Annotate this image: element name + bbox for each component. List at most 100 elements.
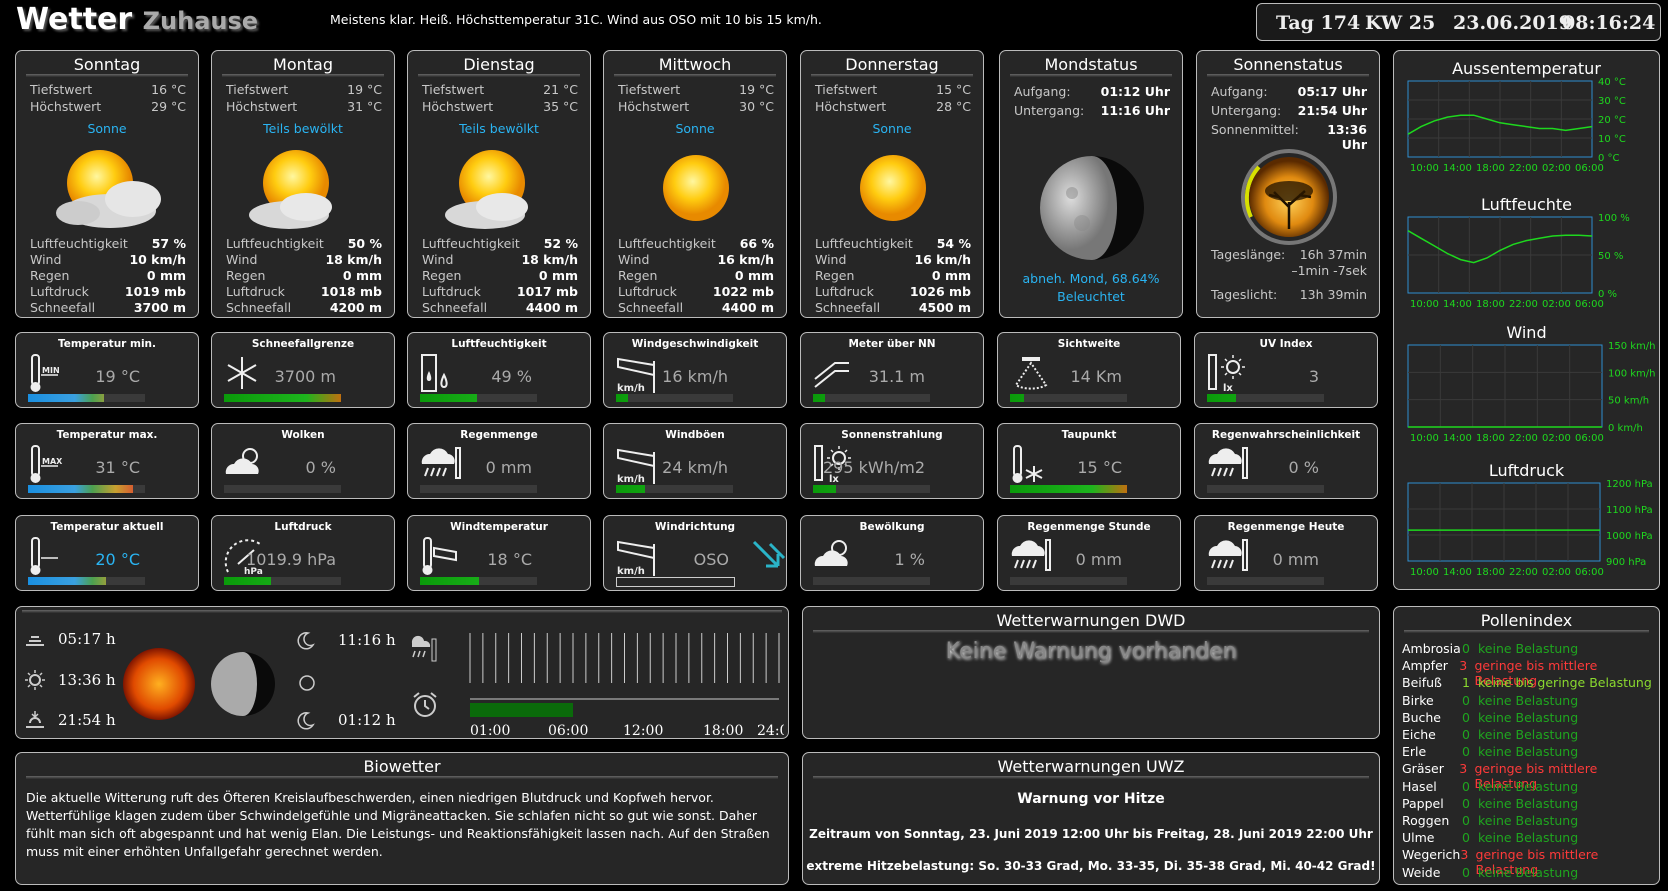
progress-bar (28, 485, 145, 493)
humidity-icon (421, 354, 448, 392)
svg-text:km/h: km/h (617, 474, 645, 485)
tile-value: 0 mm (1075, 550, 1122, 569)
progress-bar (616, 577, 735, 587)
sensor-tile-18: Bewölkung 1 % (800, 515, 984, 591)
pollen-text: keine Belastung (1478, 727, 1579, 742)
tile-title: Wolken (281, 429, 325, 441)
chart-title: Wind (1506, 323, 1547, 342)
progress-bar (420, 485, 537, 493)
chart-title: Luftfeuchte (1480, 195, 1573, 214)
max-temp-label: Höchstwert (30, 99, 102, 114)
day-panel-1: Montag Tiefstwert 19 °C Höchstwert 31 °C T… (211, 50, 395, 318)
x-tick-label: 22:00 (1509, 299, 1538, 310)
tile-title: Taupunkt (1061, 429, 1117, 441)
line-chart: 150 km/h 100 km/h 50 km/h 0 km/h 10:00 14:00 1… (1407, 341, 1656, 444)
app-title-main: Wetter (16, 2, 133, 37)
pressure-value: 1017 mb (516, 284, 578, 299)
rain-value: 0 mm (146, 268, 186, 283)
pollen-text: geringe bis mittlere Belastung (1474, 658, 1598, 689)
humidity-label: Luftfeuchtigkeit (226, 236, 324, 251)
min-temp-value: 19 °C (739, 82, 774, 97)
pollen-row: Ulme 0 keine Belastung (1402, 830, 1655, 846)
pollen-name: Ulme (1402, 830, 1435, 846)
y-tick-label: 1200 hPa (1606, 479, 1653, 490)
tile-value: 16 km/h (662, 367, 728, 386)
pressure-label: Luftdruck (30, 284, 89, 299)
sensor-tile-5: Sichtweite 14 Km (997, 332, 1181, 408)
tile-title: Sichtweite (1057, 338, 1121, 350)
pollen-level: 0 (1462, 778, 1470, 794)
line-chart: 40 °C30 °C20 °C10 °C0 °C10:00 14:00 18:00 2… (1407, 77, 1626, 174)
min-temp-value: 16 °C (151, 82, 186, 97)
uv-icon: lx (1208, 354, 1245, 394)
tile-title: Luftfeuchtigkeit (451, 338, 547, 350)
min-temp-label: Tiefstwert (618, 82, 681, 97)
pollen-text: keine bis geringe Belastung (1478, 675, 1652, 691)
visibility-icon (1014, 357, 1048, 390)
moon-status-panel: Mondstatus Aufgang: 01:12 Uhr Untergang: 1… (999, 50, 1183, 318)
pressure-label: Luftdruck (422, 284, 481, 299)
sensor-tile-4: Meter über NN 31.1 m (800, 332, 984, 408)
current-date: 23.06.2019 (1453, 12, 1572, 34)
weather-desc: Teils bewölkt (459, 121, 539, 136)
tile-title: Windgeschwindigkeit (631, 338, 759, 350)
solar-noon-time: 13:36 h (58, 671, 116, 689)
pollen-level: 3 (1459, 658, 1468, 674)
pollen-name: Weide (1402, 864, 1441, 880)
moon-icon (211, 652, 275, 716)
alarm-clock-icon (413, 692, 437, 717)
day-name: Montag (212, 55, 394, 77)
sensor-tile-13: Regenwahrscheinlichkeit 0 % (1194, 423, 1378, 499)
pollen-level: 3 (1459, 761, 1468, 777)
altitude-icon (814, 362, 849, 388)
x-tick-label: 22:00 (1509, 163, 1538, 174)
x-tick-label: 14:00 (1443, 163, 1472, 174)
sunset-time: 21:54 h (58, 711, 116, 729)
humidity-label: Luftfeuchtigkeit (618, 236, 716, 251)
current-time: 08:16:24 (1562, 12, 1656, 34)
sensor-tile-17: Windrichtung km/h OSO (603, 515, 787, 591)
dwd-warnings-text: Keine Warnung vorhanden (945, 639, 1237, 664)
progress-bar (224, 394, 341, 402)
sun-tree-icon (1241, 149, 1337, 245)
pollen-text: keine Belastung (1478, 744, 1579, 760)
sensor-tile-3: Windgeschwindigkeit km/h 16 km/h (603, 332, 787, 408)
sensor-tile-19: Regenmenge Stunde 0 mm (997, 515, 1181, 591)
svg-text:lx: lx (1223, 383, 1233, 394)
biowetter-title: Biowetter (16, 757, 788, 779)
min-temp-label: Tiefstwert (422, 82, 485, 97)
pollen-text: keine Belastung (1478, 830, 1579, 846)
pollen-text: geringe bis mittlere Belastung (1475, 847, 1599, 878)
pollen-row: Birke 0 keine Belastung (1402, 693, 1655, 709)
progress-bar (1010, 485, 1127, 493)
progress-fill (224, 577, 271, 585)
day-panel-3: Mittwoch Tiefstwert 19 °C Höchstwert 30 °C… (603, 50, 787, 318)
humidity-label: Luftfeuchtigkeit (30, 236, 128, 251)
progress-fill (28, 577, 107, 585)
uwz-detail: extreme Hitzebelastung: So. 30-33 Grad, … (806, 859, 1376, 873)
pollen-text: keine Belastung (1478, 795, 1579, 811)
sensor-tile-11: Sonnenstrahlung lx 295 kWh/m2 (800, 423, 984, 499)
tile-title: Schneefallgrenze (251, 338, 355, 350)
max-temp-label: Höchstwert (226, 99, 298, 114)
windsock-icon: km/h (617, 448, 655, 485)
x-tick-label: 10:00 (1410, 163, 1439, 174)
pollen-level: 3 (1460, 847, 1469, 863)
pollen-row: Ambrosia 0 keine Belastung (1402, 641, 1655, 657)
pollen-text: geringe bis mittlere Belastung (1474, 761, 1598, 792)
sun-clouds-icon (56, 150, 161, 228)
progress-fill (28, 394, 105, 402)
x-tick-label: 18:00 (1476, 433, 1505, 444)
min-temp-value: 15 °C (936, 82, 971, 97)
humidity-value: 52 % (543, 236, 578, 251)
pollen-name: Buche (1402, 709, 1441, 725)
line-chart: 1200 hPa 1100 hPa 1000 hPa 900 hPa 10:00 14:0… (1407, 479, 1653, 578)
pollen-name: Pappel (1402, 795, 1444, 811)
snow-value: 4400 m (525, 300, 578, 315)
sun-moon-timeline-panel: 05:17 h 13:36 h 21:54 h 11:16 h 01:12 h … (15, 606, 789, 739)
day-panel-2: Dienstag Tiefstwert 21 °C Höchstwert 35 °C… (407, 50, 591, 318)
pollen-panel: Pollenindex Ambrosia 0 keine Belastung Am… (1393, 606, 1660, 885)
sunset-icon (26, 711, 44, 728)
sunrise-label: Aufgang: (1211, 84, 1268, 99)
progress-bar (420, 394, 537, 402)
